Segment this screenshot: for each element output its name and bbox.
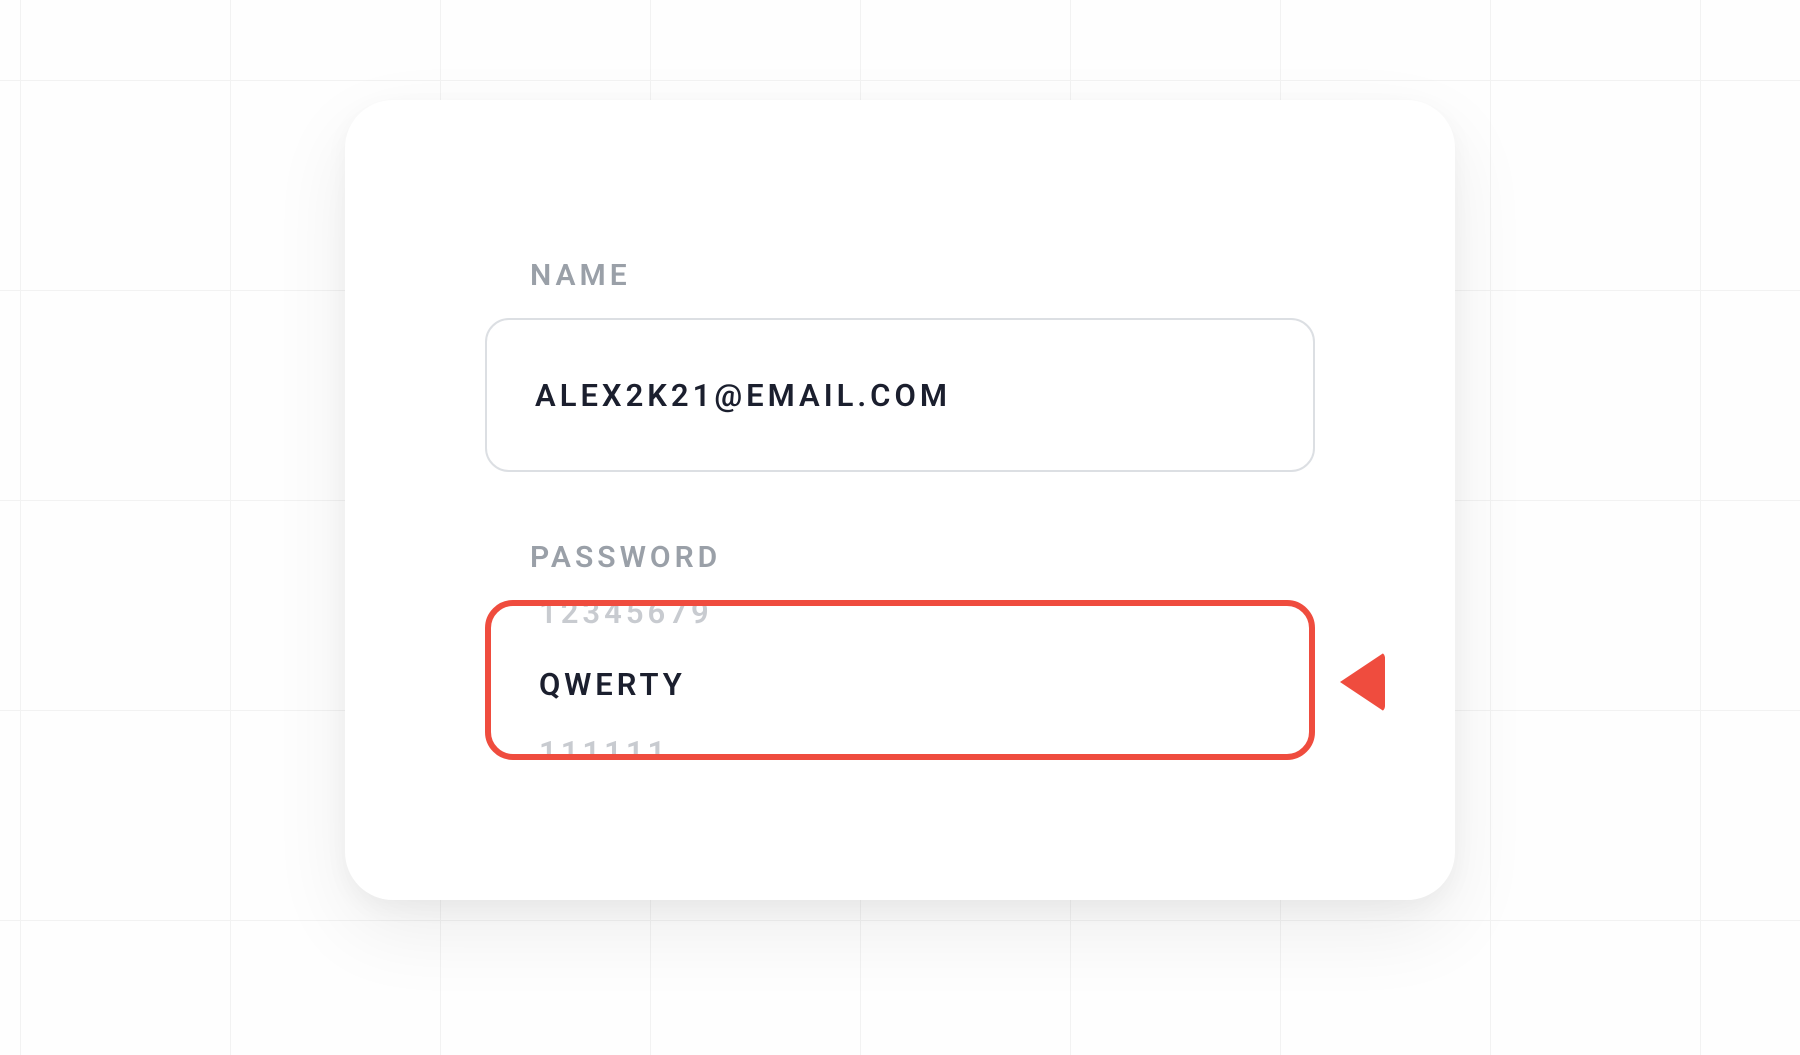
password-option-above: 12345679 (539, 600, 713, 631)
stage: NAME PASSWORD 12345679 QWERTY 111111 (0, 0, 1800, 1055)
password-option-below: 111111 (539, 734, 669, 760)
name-input[interactable] (485, 318, 1315, 472)
password-field-block: PASSWORD (530, 540, 721, 575)
password-label: PASSWORD (530, 540, 721, 575)
login-card: NAME PASSWORD 12345679 QWERTY 111111 (345, 100, 1455, 900)
pointer-left-icon (1340, 652, 1385, 712)
name-label: NAME (530, 258, 631, 293)
password-option-current: QWERTY (539, 666, 686, 703)
name-field-block: NAME (530, 258, 631, 293)
password-picker[interactable]: 12345679 QWERTY 111111 (485, 600, 1315, 760)
